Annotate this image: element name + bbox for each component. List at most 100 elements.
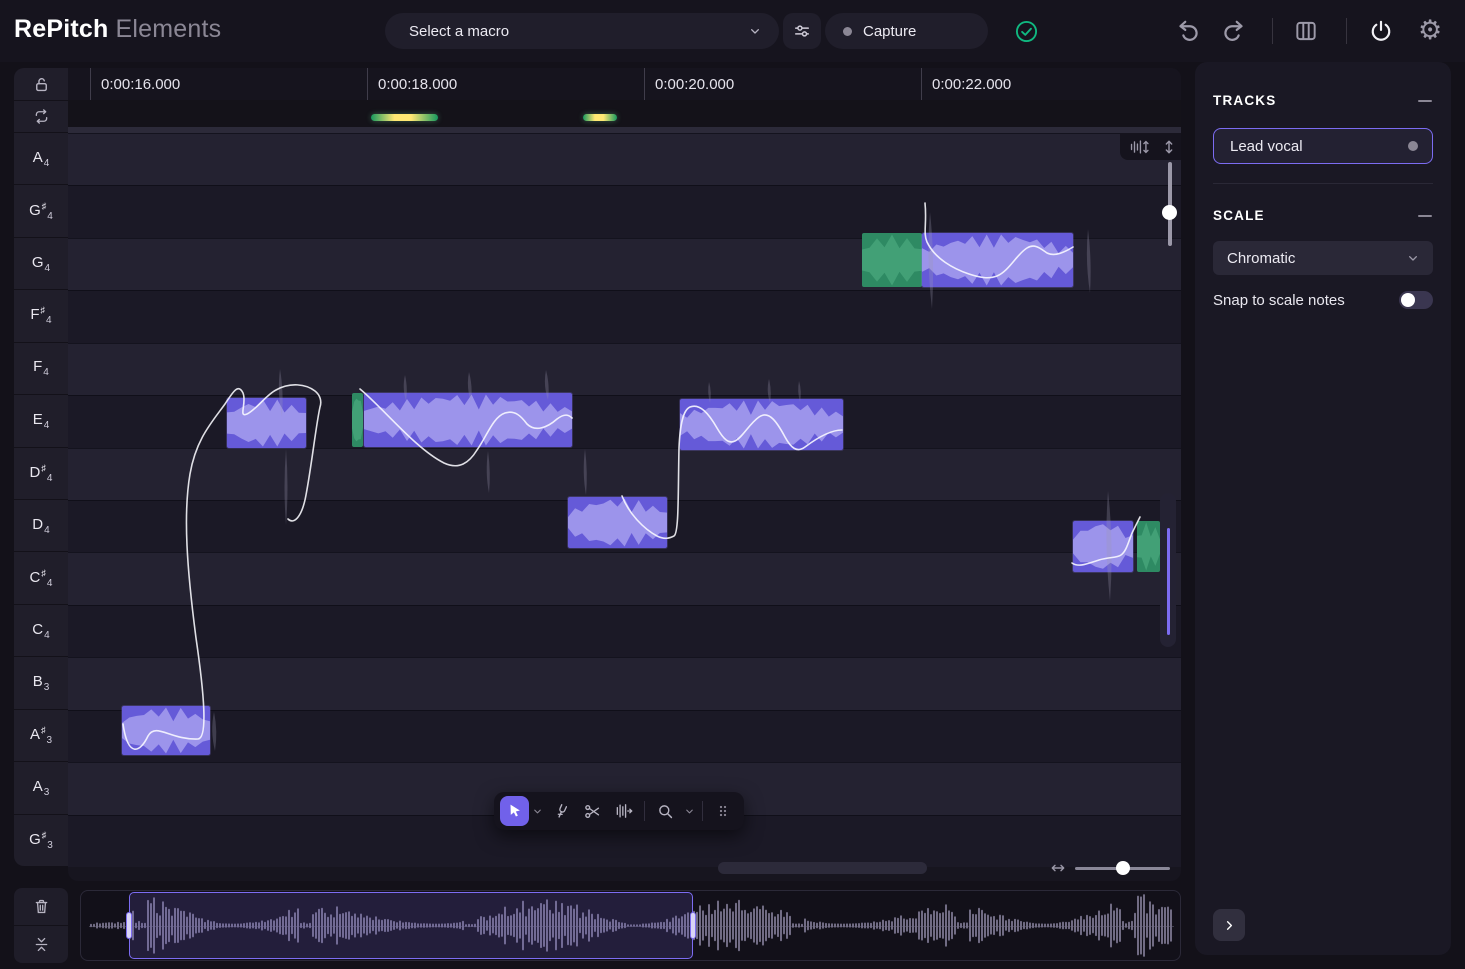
pitch-rail-note-Gs3[interactable]: G♯3	[14, 815, 68, 866]
pitch-rail-note-B3[interactable]: B3	[14, 657, 68, 708]
tracks-collapse-button[interactable]	[1418, 93, 1433, 108]
note-label: E4	[33, 411, 50, 431]
note-label: A♯3	[30, 725, 52, 746]
pitch-rail-note-Ds4[interactable]: D♯4	[14, 448, 68, 499]
note-label: B3	[33, 673, 50, 693]
note-label: G♯4	[29, 201, 53, 222]
macro-select[interactable]: Select a macro	[385, 13, 779, 49]
redo-button[interactable]	[1221, 18, 1247, 44]
timeline[interactable]: 0:00:16.0000:00:18.0000:00:20.0000:00:22…	[68, 68, 1181, 100]
track-status-dot[interactable]	[1408, 141, 1418, 151]
capture-button[interactable]: Capture	[825, 13, 988, 49]
pitch-scrollbar-thumb[interactable]	[1167, 528, 1170, 635]
vertical-zoom-slider-handle[interactable]	[1162, 205, 1177, 220]
note-clip-E4-purple[interactable]	[227, 398, 306, 448]
pitch-rail-note-Gs4[interactable]: G♯4	[14, 185, 68, 236]
note-label: G♯3	[29, 830, 53, 851]
pitch-rail-note-Fs4[interactable]: F♯4	[14, 290, 68, 341]
note-clip-E4-purple[interactable]	[364, 393, 572, 447]
note-clip-E4-purple[interactable]	[680, 399, 843, 450]
panel-divider	[1213, 183, 1433, 184]
pitch-rail-note-A3[interactable]: A3	[14, 762, 68, 813]
pitch-rail-note-G4[interactable]: G4	[14, 238, 68, 289]
toggle-knob	[1401, 293, 1415, 307]
vertical-zoom-slider[interactable]	[1168, 162, 1172, 246]
zoom-tool-button[interactable]	[651, 796, 680, 826]
clip-waveform	[922, 233, 1073, 287]
view-window-right-handle[interactable]	[690, 912, 696, 939]
note-clip-E4-green[interactable]	[352, 393, 363, 447]
pitch-rail-note-Cs4[interactable]: C♯4	[14, 552, 68, 603]
topbar: RePitchElements Select a macro Capture	[0, 0, 1465, 62]
toolbar-drag-handle[interactable]	[709, 796, 738, 826]
note-label: A3	[33, 778, 50, 798]
clip-waveform	[568, 497, 667, 548]
note-clip-D4-purple[interactable]	[568, 497, 667, 548]
status-check-indicator	[1014, 19, 1039, 44]
pitch-rail-note-C4[interactable]: C4	[14, 605, 68, 656]
app-window: RePitchElements Select a macro Capture	[0, 0, 1465, 969]
timeline-tick	[644, 68, 645, 100]
clip-waveform	[1073, 521, 1133, 572]
note-clip-G4-green[interactable]	[862, 233, 922, 287]
scale-select[interactable]: Chromatic	[1213, 241, 1433, 275]
note-label: C4	[32, 621, 49, 641]
marker-strip	[68, 100, 1181, 127]
note-label: A4	[33, 149, 50, 169]
clip-waveform	[227, 398, 306, 448]
pitch-rail-note-As3[interactable]: A♯3	[14, 710, 68, 761]
note-clip-As3-purple[interactable]	[122, 706, 210, 755]
tracks-section-title: TRACKS	[1213, 93, 1276, 108]
timeline-tick	[90, 68, 91, 100]
pitch-editor: 0:00:16.0000:00:18.0000:00:20.0000:00:22…	[68, 68, 1181, 881]
note-label: D♯4	[30, 463, 53, 484]
pointer-tool-chevron[interactable]	[531, 796, 545, 826]
layout-columns-button[interactable]	[1293, 18, 1319, 44]
note-clip-D4-purple[interactable]	[1073, 521, 1133, 572]
note-clip-G4-purple[interactable]	[922, 233, 1073, 287]
zoom-tool-chevron[interactable]	[682, 796, 696, 826]
scale-collapse-button[interactable]	[1418, 208, 1433, 223]
lock-button[interactable]	[14, 68, 68, 100]
snap-to-scale-toggle[interactable]	[1399, 291, 1433, 309]
gear-icon[interactable]: ⚙	[1418, 16, 1442, 46]
undo-button[interactable]	[1175, 18, 1201, 44]
track-name: Lead vocal	[1230, 138, 1303, 155]
delete-button[interactable]	[14, 888, 68, 925]
loop-button[interactable]	[14, 101, 68, 132]
pitch-rail-note-E4[interactable]: E4	[14, 395, 68, 446]
logo-primary: RePitch	[14, 15, 108, 43]
timeline-tick	[367, 68, 368, 100]
timeline-label: 0:00:16.000	[101, 76, 180, 93]
collapse-lanes-button[interactable]	[14, 926, 68, 963]
scissors-tool-button[interactable]	[578, 796, 607, 826]
analysis-marker	[371, 114, 438, 121]
note-label: F4	[33, 358, 49, 378]
horizontal-zoom-icon[interactable]	[1050, 860, 1066, 876]
audio-overview[interactable]	[80, 890, 1181, 961]
horizontal-zoom-slider-handle[interactable]	[1116, 861, 1130, 875]
view-window-left-handle[interactable]	[126, 912, 132, 939]
pitch-rail-note-A4[interactable]: A4	[14, 133, 68, 184]
pointer-tool-button[interactable]	[500, 796, 529, 826]
track-item-lead-vocal[interactable]: Lead vocal	[1213, 128, 1433, 164]
clip-waveform	[1137, 521, 1160, 572]
chevron-down-icon	[747, 23, 763, 39]
horizontal-scrollbar[interactable]	[718, 862, 927, 874]
note-clips-layer	[68, 133, 1181, 867]
vertical-zoom-icon[interactable]	[1161, 139, 1177, 155]
panel-expand-button[interactable]	[1213, 909, 1245, 941]
scale-section-title: SCALE	[1213, 208, 1265, 223]
pitch-rail-note-F4[interactable]: F4	[14, 343, 68, 394]
pitch-rail-note-D4[interactable]: D4	[14, 500, 68, 551]
chevron-down-icon	[1405, 250, 1421, 266]
record-dot-icon	[843, 27, 852, 36]
tuning-fork-tool-button[interactable]	[547, 796, 576, 826]
time-warp-tool-button[interactable]	[609, 796, 638, 826]
macro-settings-button[interactable]	[783, 13, 821, 49]
overview-view-window[interactable]	[129, 892, 693, 959]
snap-to-scale-label: Snap to scale notes	[1213, 292, 1345, 309]
power-button[interactable]	[1368, 18, 1394, 44]
waveform-height-icon[interactable]	[1129, 139, 1151, 155]
note-clip-D4-green[interactable]	[1137, 521, 1160, 572]
